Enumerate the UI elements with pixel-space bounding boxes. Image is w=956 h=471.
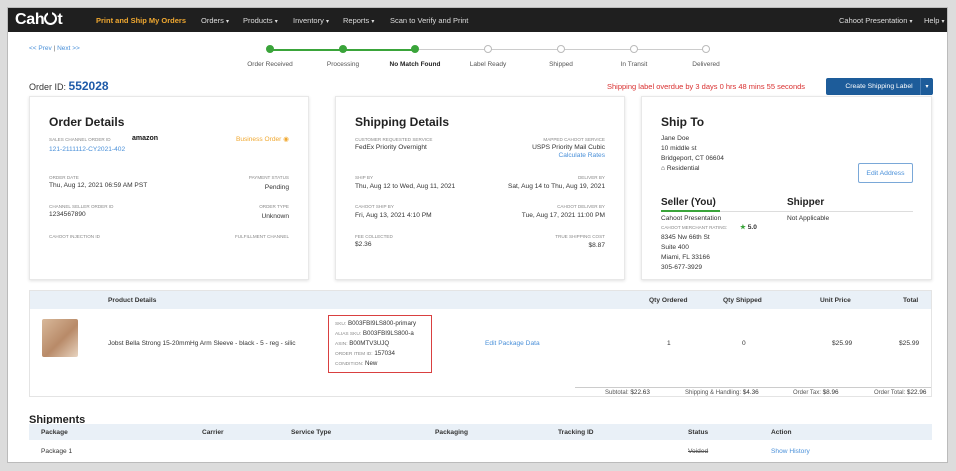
seller-underline <box>661 210 720 212</box>
address-line-1: 10 middle st <box>661 145 697 152</box>
step-processing: Processing <box>303 45 383 68</box>
nav-orders[interactable]: Orders ▾ <box>201 16 229 25</box>
order-type: Unknown <box>261 213 290 220</box>
amazon-logo: amazon <box>132 135 159 142</box>
order-id-value: 552028 <box>68 79 109 93</box>
status-badge: Voided <box>688 448 709 455</box>
business-order-badge: Business Order ◉ <box>235 136 289 143</box>
seller-title: Seller (You) <box>661 197 716 208</box>
step-delivered: Delivered <box>666 45 746 68</box>
order-date: Thu, Aug 12, 2021 06:59 AM PST <box>49 182 148 189</box>
show-history-link[interactable]: Show History <box>771 448 810 455</box>
calculate-rates-link[interactable]: Calculate Rates <box>558 152 605 159</box>
step-in-transit: In Transit <box>594 45 674 68</box>
shipping-details-card: Shipping Details CUSTOMER REQUESTED SERV… <box>335 96 625 280</box>
shipments-table: Package Carrier Service Type Packaging T… <box>29 424 932 462</box>
channel-seller-order-id: 1234567890 <box>49 211 86 218</box>
create-label-dropdown[interactable]: ▾ <box>920 78 933 95</box>
cahoot-ship-by: Fri, Aug 13, 2021 4:10 PM <box>355 212 432 219</box>
prev-next-separator: | <box>53 45 56 52</box>
prev-next-links: << Prev | Next >> <box>29 45 80 52</box>
fee-collected: $2.36 <box>355 241 372 248</box>
order-item-id: 157034 <box>374 350 395 357</box>
order-total: Order Total: $22.96 <box>874 389 927 396</box>
cahoot-deliver-by: Tue, Aug 17, 2021 11:00 PM <box>521 212 605 219</box>
order-id: Order ID: 552028 <box>29 79 109 93</box>
deliver-by: Sat, Aug 14 to Thu, Aug 19, 2021 <box>507 183 605 190</box>
shipments-header: Package Carrier Service Type Packaging T… <box>29 424 932 440</box>
cahoot-logo[interactable]: Cah t <box>15 11 63 29</box>
edit-package-data-link[interactable]: Edit Package Data <box>485 340 540 347</box>
ship-to-card: Ship To Jane Doe 10 middle st Bridgeport… <box>641 96 932 280</box>
nav-products[interactable]: Products ▾ <box>243 16 278 25</box>
subtotal: Subtotal: $22.63 <box>605 389 650 396</box>
products-table: Product Details Qty Ordered Qty Shipped … <box>29 290 932 397</box>
star-icon: ★ <box>740 224 746 231</box>
shipping-details-title: Shipping Details <box>355 115 450 129</box>
order-details-card: Order Details SALES CHANNEL ORDER ID ama… <box>29 96 309 280</box>
order-tax: Order Tax: $8.96 <box>793 389 839 396</box>
line-total: $25.99 <box>899 340 920 347</box>
recipient-name: Jane Doe <box>661 135 690 142</box>
qty-ordered: 1 <box>667 340 671 347</box>
app-window: Cah t Print and Ship My Orders Orders ▾ P… <box>7 7 948 463</box>
next-link[interactable]: Next >> <box>57 45 80 52</box>
customer-requested-service: FedEx Priority Overnight <box>355 144 427 151</box>
asin: B00MTV3UJQ <box>349 340 390 347</box>
order-details-title: Order Details <box>49 115 125 129</box>
account-menu[interactable]: Cahoot Presentation ▾ <box>839 16 913 25</box>
ship-by: Thu, Aug 12 to Wed, Aug 11, 2021 <box>355 183 456 190</box>
eye-icon: ◉ <box>283 136 289 143</box>
totals-divider <box>575 387 931 388</box>
step-order-received: Order Received <box>230 45 310 68</box>
divider <box>720 211 913 212</box>
prev-link[interactable]: << Prev <box>29 45 52 52</box>
product-name: Jobst Bella Strong 15-20mmHg Arm Sleeve … <box>108 340 296 347</box>
top-nav: Cah t Print and Ship My Orders Orders ▾ P… <box>8 8 947 32</box>
table-row: Package 1 Voided Show History <box>29 440 932 462</box>
nav-print-ship[interactable]: Print and Ship My Orders <box>96 16 186 25</box>
step-no-match-found: No Match Found <box>375 45 455 68</box>
alias-sku: B003FBI9LS800-a <box>362 330 414 337</box>
condition: New <box>364 360 378 367</box>
home-icon: ⌂ <box>661 165 665 172</box>
unit-price: $25.99 <box>832 340 853 347</box>
package-name: Package 1 <box>41 448 73 455</box>
qty-shipped: 0 <box>742 340 746 347</box>
products-header: Product Details Qty Ordered Qty Shipped … <box>30 291 931 309</box>
shipping-handling: Shipping & Handling: $4.36 <box>685 389 759 396</box>
shipper-value: Not Applicable <box>787 215 830 222</box>
residential-tag: ⌂ Residential <box>661 165 700 172</box>
chevron-down-icon: ▾ <box>925 84 929 90</box>
step-label-ready: Label Ready <box>448 45 528 68</box>
step-shipped: Shipped <box>521 45 601 68</box>
nav-scan-verify[interactable]: Scan to Verify and Print <box>390 16 468 25</box>
nav-inventory[interactable]: Inventory ▾ <box>293 16 329 25</box>
sku-details-box: SKU: B003FBI9LS800-primary ALIAS SKU: B0… <box>328 315 432 373</box>
sku: B003FBI9LS800-primary <box>347 320 417 327</box>
edit-address-button[interactable]: Edit Address <box>858 163 913 183</box>
merchant-rating: ★ 5.0 <box>740 224 757 231</box>
ship-to-title: Ship To <box>661 115 705 129</box>
help-menu[interactable]: Help ▾ <box>924 16 945 25</box>
shipper-title: Shipper <box>787 197 825 208</box>
nav-reports[interactable]: Reports ▾ <box>343 16 374 25</box>
sales-channel-order-link[interactable]: 121-2111112-CY2021-402 <box>49 146 125 153</box>
seller-name: Cahoot Presentation <box>661 215 722 222</box>
payment-status: Pending <box>264 184 289 191</box>
merchant-rating-label: CAHOOT MERCHANT RATING: <box>661 225 728 230</box>
product-image[interactable] <box>42 319 78 357</box>
mapped-cahoot-service: USPS Priority Mail Cubic <box>532 144 605 151</box>
create-shipping-label-button[interactable]: Create Shipping Label <box>826 78 932 95</box>
overdue-warning: Shipping label overdue by 3 days 0 hrs 4… <box>607 82 806 91</box>
address-line-2: Bridgeport, CT 06604 <box>661 155 724 162</box>
true-shipping-cost: $8.87 <box>588 242 605 249</box>
